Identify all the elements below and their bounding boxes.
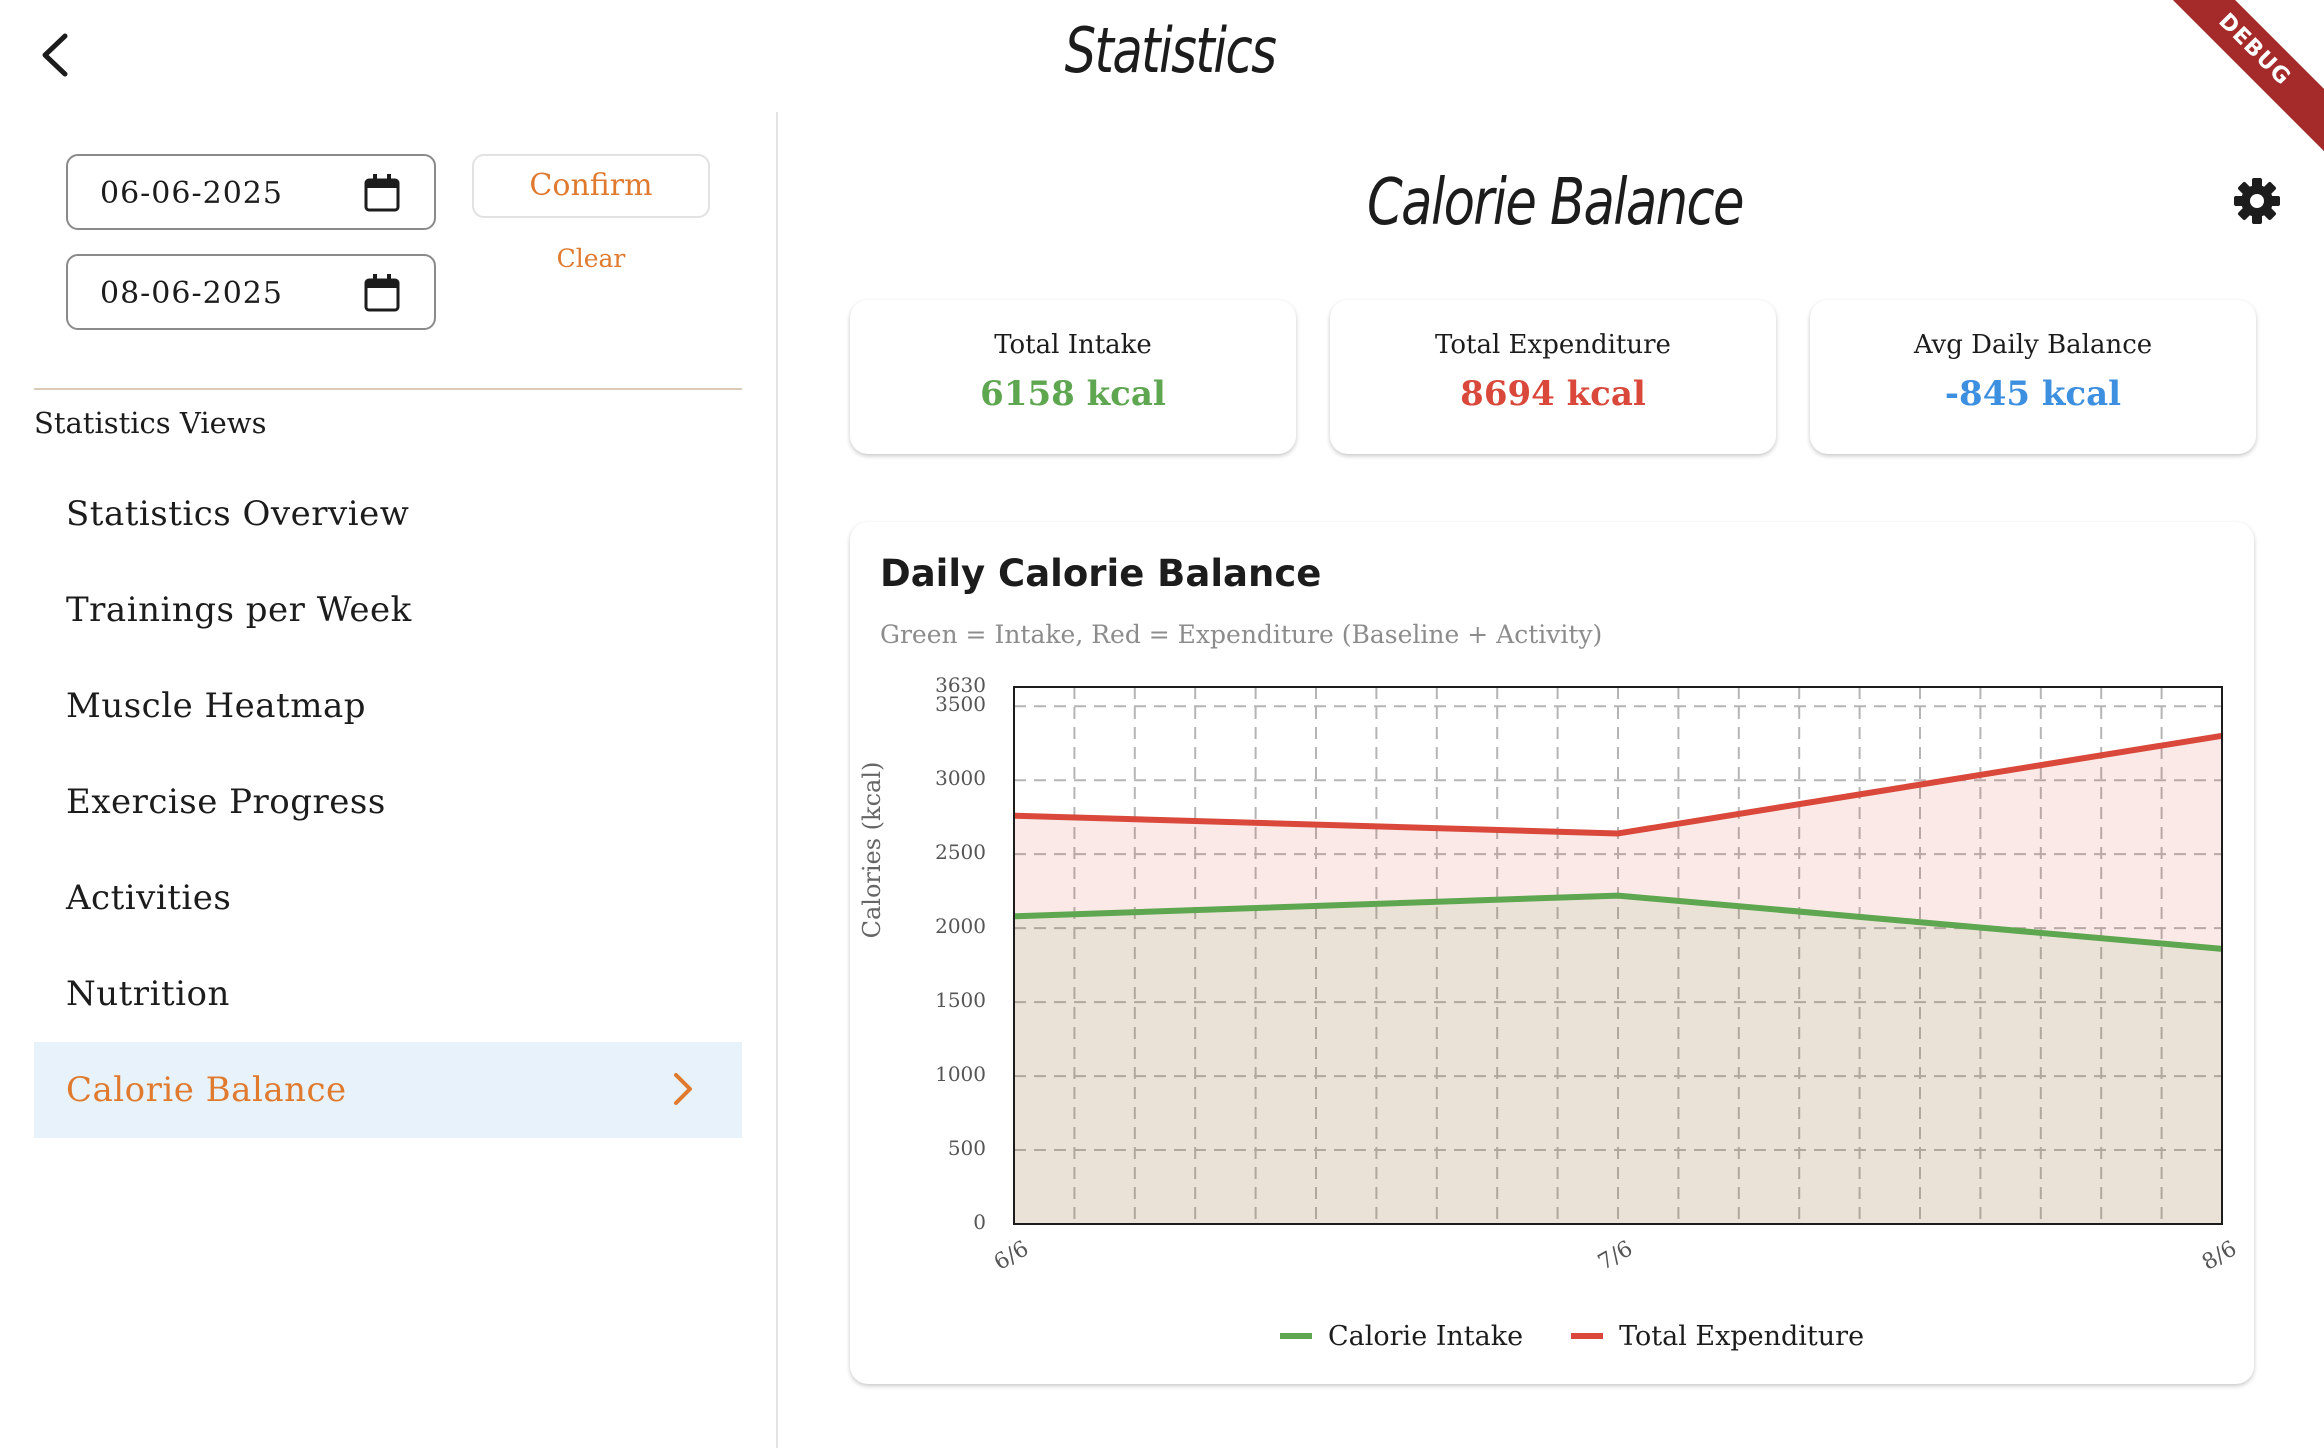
y-tick-label: 3630 [935, 673, 986, 697]
y-tick-label: 3000 [935, 766, 986, 791]
y-tick-label: 1000 [935, 1062, 986, 1087]
legend-label: Calorie Intake [1328, 1320, 1524, 1352]
y-axis-label: Calories (kcal) [858, 761, 886, 939]
y-tick-label: 1500 [935, 988, 986, 1013]
intake-area [1014, 895, 2222, 1224]
legend-item-expenditure: Total Expenditure [1571, 1321, 1864, 1352]
legend-label: Total Expenditure [1619, 1320, 1865, 1352]
chart-legend: Calorie Intake Total Expenditure [1280, 1316, 1912, 1356]
legend-swatch [1571, 1333, 1604, 1339]
y-tick-label: 2000 [935, 914, 986, 939]
legend-item-intake: Calorie Intake [1280, 1321, 1523, 1352]
legend-swatch [1280, 1333, 1312, 1339]
y-tick-label: 0 [973, 1210, 986, 1234]
y-tick-label: 2500 [935, 840, 986, 865]
y-tick-label: 500 [947, 1136, 986, 1161]
calorie-balance-chart [1013, 686, 2223, 1225]
